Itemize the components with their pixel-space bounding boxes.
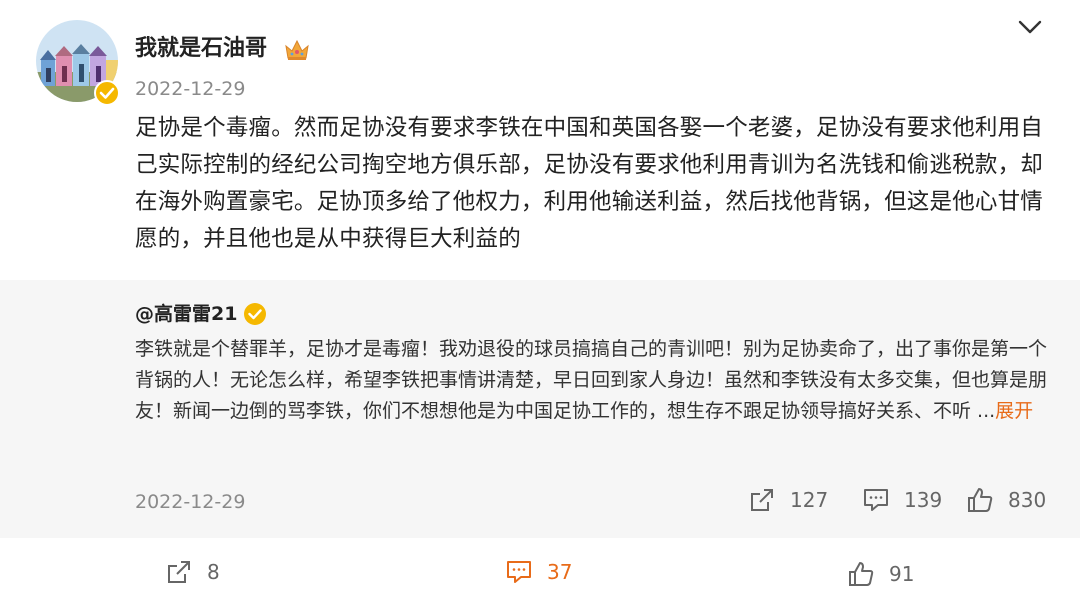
expand-link[interactable]: 展开: [995, 400, 1033, 422]
like-button[interactable]: 91: [847, 560, 914, 588]
quoted-like-count: 830: [1008, 488, 1047, 512]
quoted-comment-count: 139: [904, 488, 943, 512]
comment-icon: [507, 561, 531, 583]
repost-count: 8: [207, 560, 220, 584]
verified-icon: [94, 80, 120, 106]
quoted-author-name[interactable]: @高雷雷21: [135, 300, 237, 328]
quoted-repost-count: 127: [790, 488, 829, 512]
repost-button[interactable]: 8: [165, 558, 220, 586]
post-text: 足协是个毒瘤。然而足协没有要求李铁在中国和英国各娶一个老婆，足协没有要求他利用自…: [135, 115, 1044, 252]
author-name[interactable]: 我就是石油哥: [135, 34, 267, 64]
quoted-repost-button[interactable]: 127: [748, 486, 828, 514]
post-date: 2022-12-29: [135, 78, 246, 100]
crown-icon: [284, 38, 310, 62]
chevron-down-icon[interactable]: [1016, 16, 1044, 38]
quoted-text: 李铁就是个替罪羊，足协才是毒瘤！我劝退役的球员搞搞自己的青训吧！别为足协卖命了，…: [135, 334, 1050, 427]
quoted-verified-icon: [243, 302, 267, 326]
quoted-text-body: 李铁就是个替罪羊，足协才是毒瘤！我劝退役的球员搞搞自己的青训吧！别为足协卖命了，…: [135, 338, 1048, 422]
repost-icon: [168, 561, 190, 583]
repost-icon: [751, 489, 773, 511]
thumbs-up-icon: [968, 488, 993, 512]
quoted-like-button[interactable]: 830: [966, 486, 1046, 514]
comment-icon: [864, 489, 888, 511]
quoted-date: 2022-12-29: [135, 491, 246, 513]
like-count: 91: [889, 562, 915, 586]
thumbs-up-icon: [849, 562, 874, 586]
quoted-comment-button[interactable]: 139: [862, 486, 942, 514]
comment-count: 37: [547, 560, 573, 584]
comment-button[interactable]: 37: [505, 558, 572, 586]
